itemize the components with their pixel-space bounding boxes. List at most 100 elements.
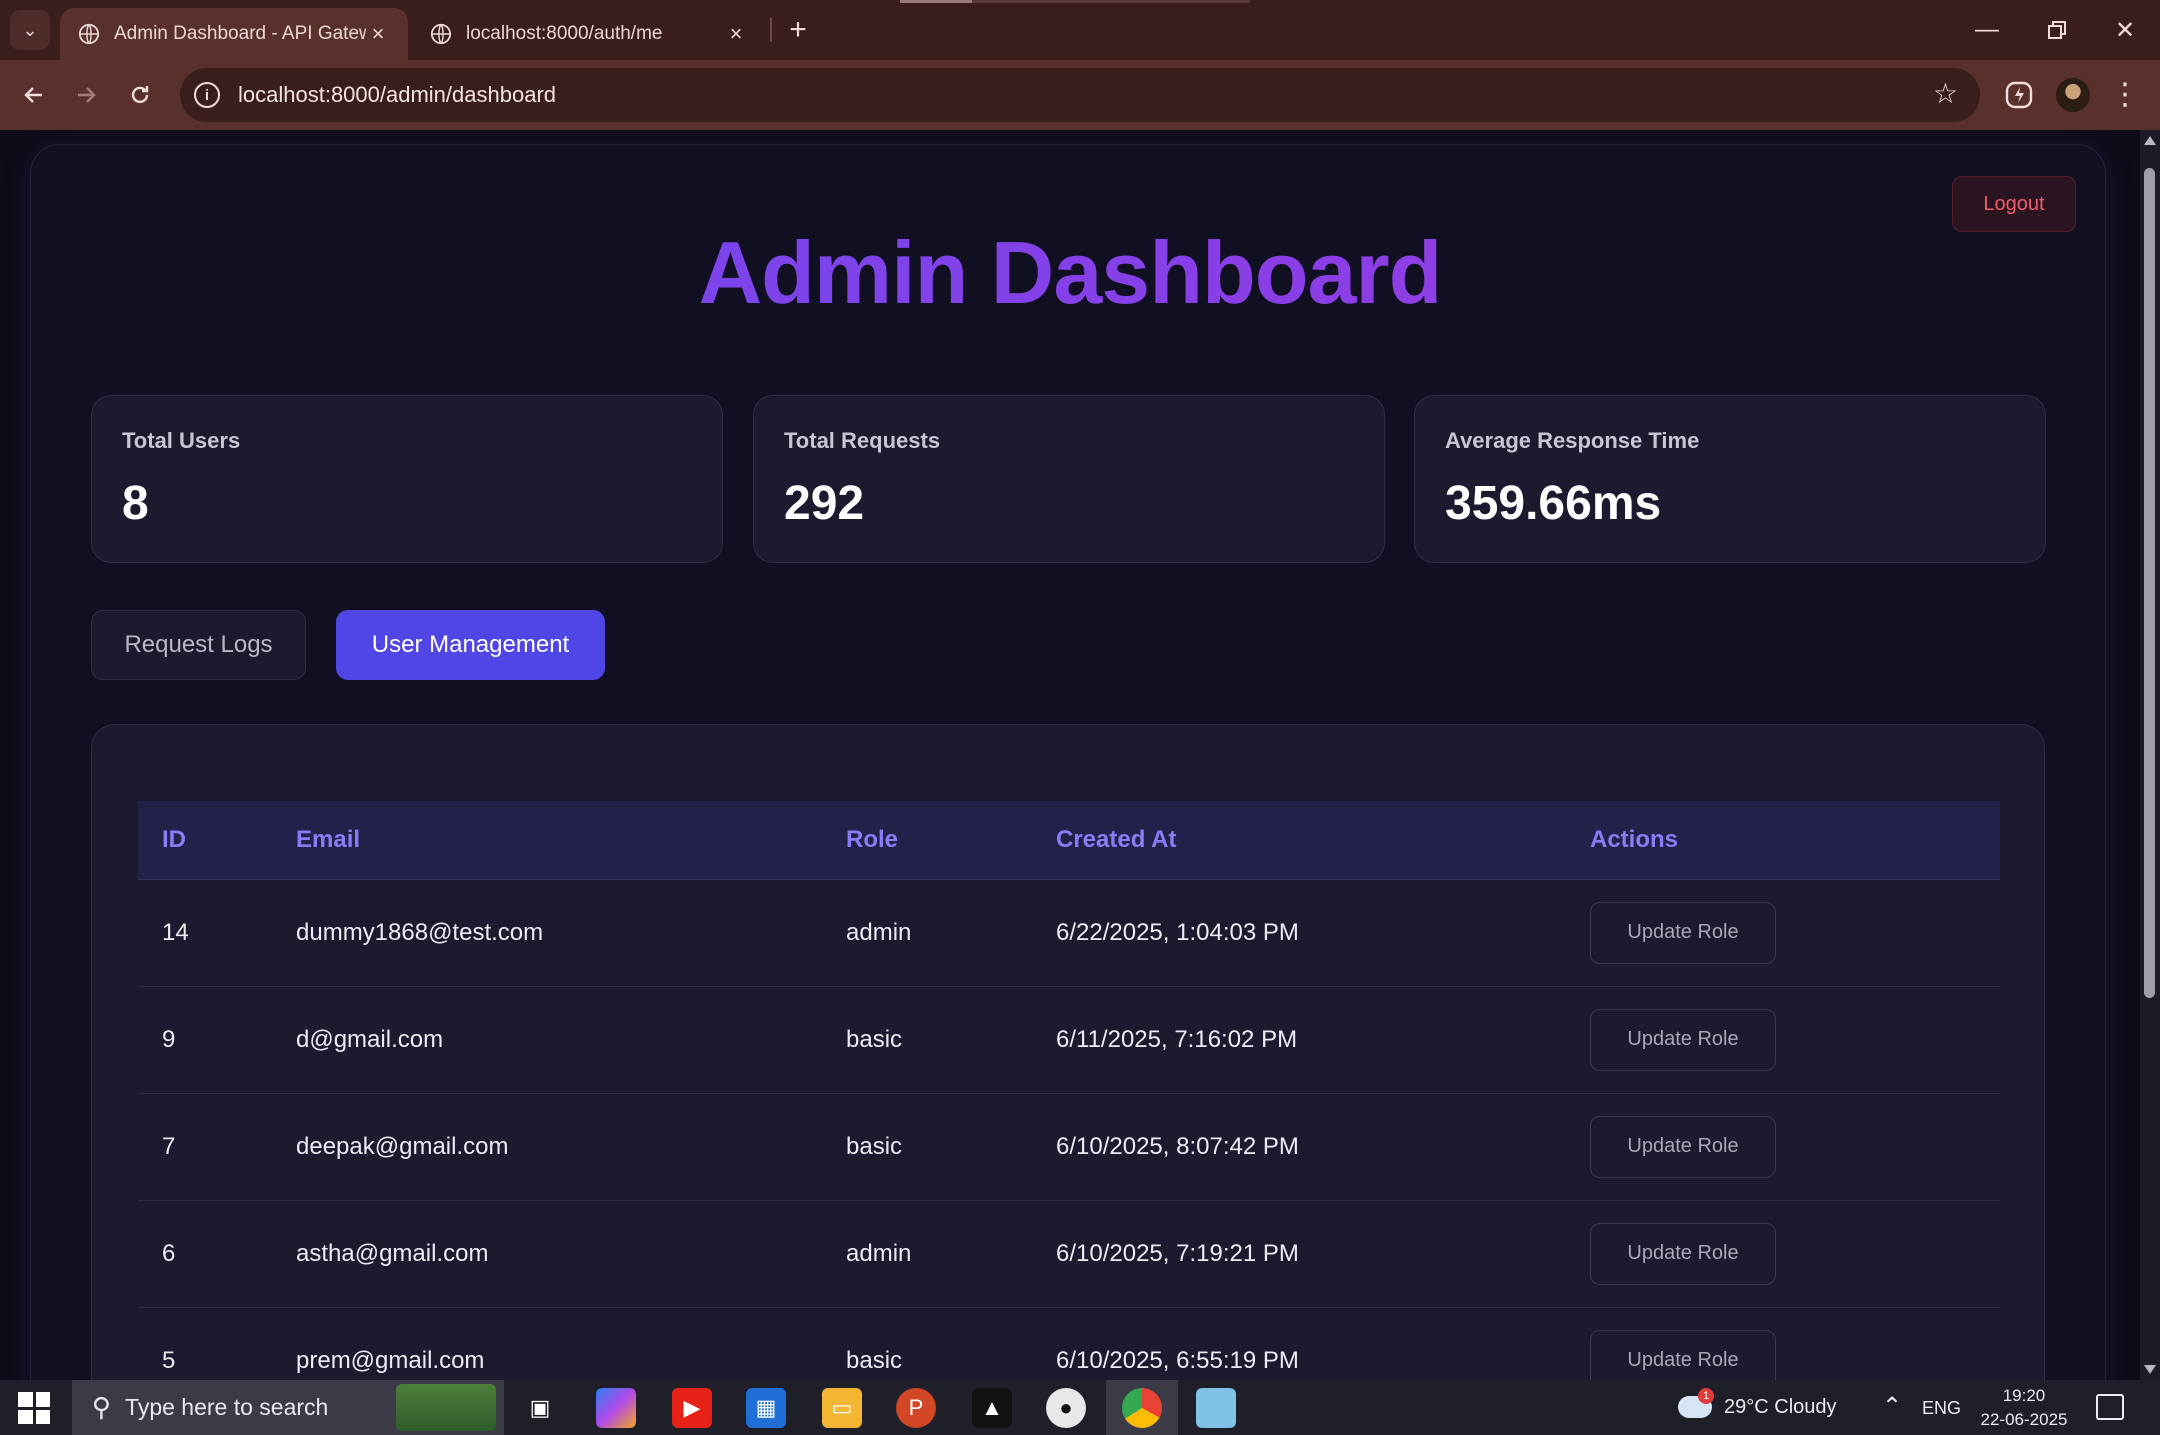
cell-created-at: 6/22/2025, 1:04:03 PM: [1032, 879, 1566, 987]
cell-created-at: 6/10/2025, 8:07:42 PM: [1032, 1093, 1566, 1201]
tab-request-logs[interactable]: Request Logs: [91, 610, 306, 680]
taskbar-search[interactable]: ⚲ Type here to search: [72, 1380, 504, 1435]
close-icon[interactable]: ×: [724, 21, 748, 47]
kebab-menu-icon[interactable]: ⋮: [2110, 74, 2140, 114]
cell-role: basic: [822, 1093, 1032, 1201]
restore-icon: [2048, 21, 2066, 39]
copilot-icon[interactable]: [596, 1388, 636, 1428]
forward-arrow-icon: [78, 87, 96, 103]
weather-text[interactable]: 29°C Cloudy: [1724, 1396, 1837, 1419]
cell-id: 7: [138, 1093, 272, 1201]
cell-role: basic: [822, 1307, 1032, 1380]
cell-created-at: 6/11/2025, 7:16:02 PM: [1032, 986, 1566, 1094]
update-role-button[interactable]: Update Role: [1590, 1222, 1776, 1285]
close-icon: ✕: [2114, 16, 2136, 44]
new-tab-button[interactable]: +: [780, 12, 816, 48]
chevron-down-icon: ⌄: [22, 19, 38, 40]
url-text[interactable]: localhost:8000/admin/dashboard: [238, 82, 556, 108]
search-icon: ⚲: [92, 1392, 112, 1422]
reload-button[interactable]: [120, 75, 160, 115]
page-scrollbar[interactable]: [2140, 130, 2160, 1380]
notepad-icon[interactable]: [1196, 1388, 1236, 1428]
clock-time: 19:20: [2002, 1386, 2046, 1405]
page-title: Admin Dashboard: [0, 222, 2140, 324]
cell-actions: Update Role: [1566, 1200, 2000, 1308]
table-row: 14 dummy1868@test.com admin 6/22/2025, 1…: [138, 879, 2000, 987]
weather-badge: 1: [1698, 1388, 1714, 1404]
minimize-icon: —: [1975, 16, 1999, 43]
tab-user-management[interactable]: User Management: [336, 610, 605, 680]
stat-value: 8: [122, 477, 149, 530]
scroll-down-icon[interactable]: [2144, 1365, 2156, 1374]
task-view-icon[interactable]: ▣: [520, 1388, 560, 1428]
cell-actions: Update Role: [1566, 879, 2000, 987]
chrome-icon[interactable]: [1122, 1388, 1162, 1428]
browser-toolbar: i localhost:8000/admin/dashboard ☆: [0, 60, 2160, 130]
tab-admin-dashboard[interactable]: Admin Dashboard - API Gatewa ×: [60, 8, 408, 60]
tab-search-button[interactable]: ⌄: [10, 10, 50, 50]
update-role-button[interactable]: Update Role: [1590, 901, 1776, 964]
forward-button[interactable]: [66, 75, 106, 115]
column-header-created-at: Created At: [1032, 801, 1566, 880]
table-row: 9 d@gmail.com basic 6/11/2025, 7:16:02 P…: [138, 986, 2000, 1094]
address-bar[interactable]: i localhost:8000/admin/dashboard ☆: [180, 68, 1980, 122]
search-highlight-image: [396, 1384, 496, 1431]
chevron-up-icon[interactable]: ⌃: [1882, 1392, 1902, 1421]
info-icon[interactable]: i: [194, 82, 220, 108]
search-placeholder: Type here to search: [125, 1394, 329, 1420]
update-role-button[interactable]: Update Role: [1590, 1008, 1776, 1071]
cell-id: 6: [138, 1200, 272, 1308]
cell-email: deepak@gmail.com: [272, 1093, 822, 1201]
cell-actions: Update Role: [1566, 1093, 2000, 1201]
avatar[interactable]: [2056, 78, 2090, 112]
column-header-email: Email: [272, 801, 822, 880]
globe-icon: [430, 23, 452, 45]
cell-role: admin: [822, 1200, 1032, 1308]
game-app-icon[interactable]: ●: [1046, 1388, 1086, 1428]
youtube-icon[interactable]: ▶: [672, 1388, 712, 1428]
scrollbar-thumb[interactable]: [2144, 168, 2155, 998]
taskbar-clock[interactable]: 19:20 22-06-2025: [1964, 1384, 2084, 1432]
star-icon[interactable]: ☆: [1933, 80, 1958, 108]
close-window-button[interactable]: ✕: [2090, 0, 2160, 60]
windows-start-icon[interactable]: [18, 1392, 50, 1424]
cell-id: 14: [138, 879, 272, 987]
back-button[interactable]: [14, 75, 54, 115]
powerpoint-icon[interactable]: P: [896, 1388, 936, 1428]
extension-icon[interactable]: [2003, 79, 2035, 111]
restore-button[interactable]: [2022, 0, 2092, 60]
cell-created-at: 6/10/2025, 7:19:21 PM: [1032, 1200, 1566, 1308]
tab-strip-indicator: [900, 0, 1250, 3]
minimize-button[interactable]: —: [1952, 0, 2022, 60]
stat-label: Total Requests: [784, 428, 941, 453]
column-header-role: Role: [822, 801, 1032, 880]
windows-taskbar: ⚲ Type here to search ▣ ▶ ▦ ▭ P ▲ ● 1 29…: [0, 1380, 2160, 1435]
user-table-card: ID Email Role Created At Actions 14 dumm…: [91, 724, 2045, 1380]
tab-title: localhost:8000/auth/me: [466, 23, 663, 44]
tab-auth-me[interactable]: localhost:8000/auth/me ×: [412, 8, 766, 60]
cell-id: 9: [138, 986, 272, 1094]
column-header-id: ID: [138, 801, 272, 880]
microsoft-store-icon[interactable]: ▦: [746, 1388, 786, 1428]
language-indicator[interactable]: ENG: [1922, 1398, 1961, 1419]
update-role-button[interactable]: Update Role: [1590, 1115, 1776, 1178]
stat-label: Average Response Time: [1445, 428, 1700, 453]
globe-icon: [78, 23, 100, 45]
file-explorer-icon[interactable]: ▭: [822, 1388, 862, 1428]
browser-tab-bar: ⌄ Admin Dashboard - API Gatewa × localho…: [0, 0, 2160, 60]
cell-email: d@gmail.com: [272, 986, 822, 1094]
cell-email: prem@gmail.com: [272, 1307, 822, 1380]
app-icon[interactable]: ▲: [972, 1388, 1012, 1428]
table-row: 6 astha@gmail.com admin 6/10/2025, 7:19:…: [138, 1200, 2000, 1308]
stat-card-total-requests: Total Requests 292: [753, 395, 1385, 563]
cell-role: basic: [822, 986, 1032, 1094]
stat-label: Total Users: [122, 428, 241, 453]
back-arrow-icon: [24, 87, 42, 103]
close-icon[interactable]: ×: [366, 21, 390, 47]
scroll-up-icon[interactable]: [2144, 136, 2156, 145]
stat-card-average-response-time: Average Response Time 359.66ms: [1414, 395, 2046, 563]
update-role-button[interactable]: Update Role: [1590, 1329, 1776, 1380]
stat-value: 292: [784, 477, 865, 530]
notification-icon[interactable]: [2096, 1394, 2124, 1420]
column-header-actions: Actions: [1566, 801, 2000, 880]
